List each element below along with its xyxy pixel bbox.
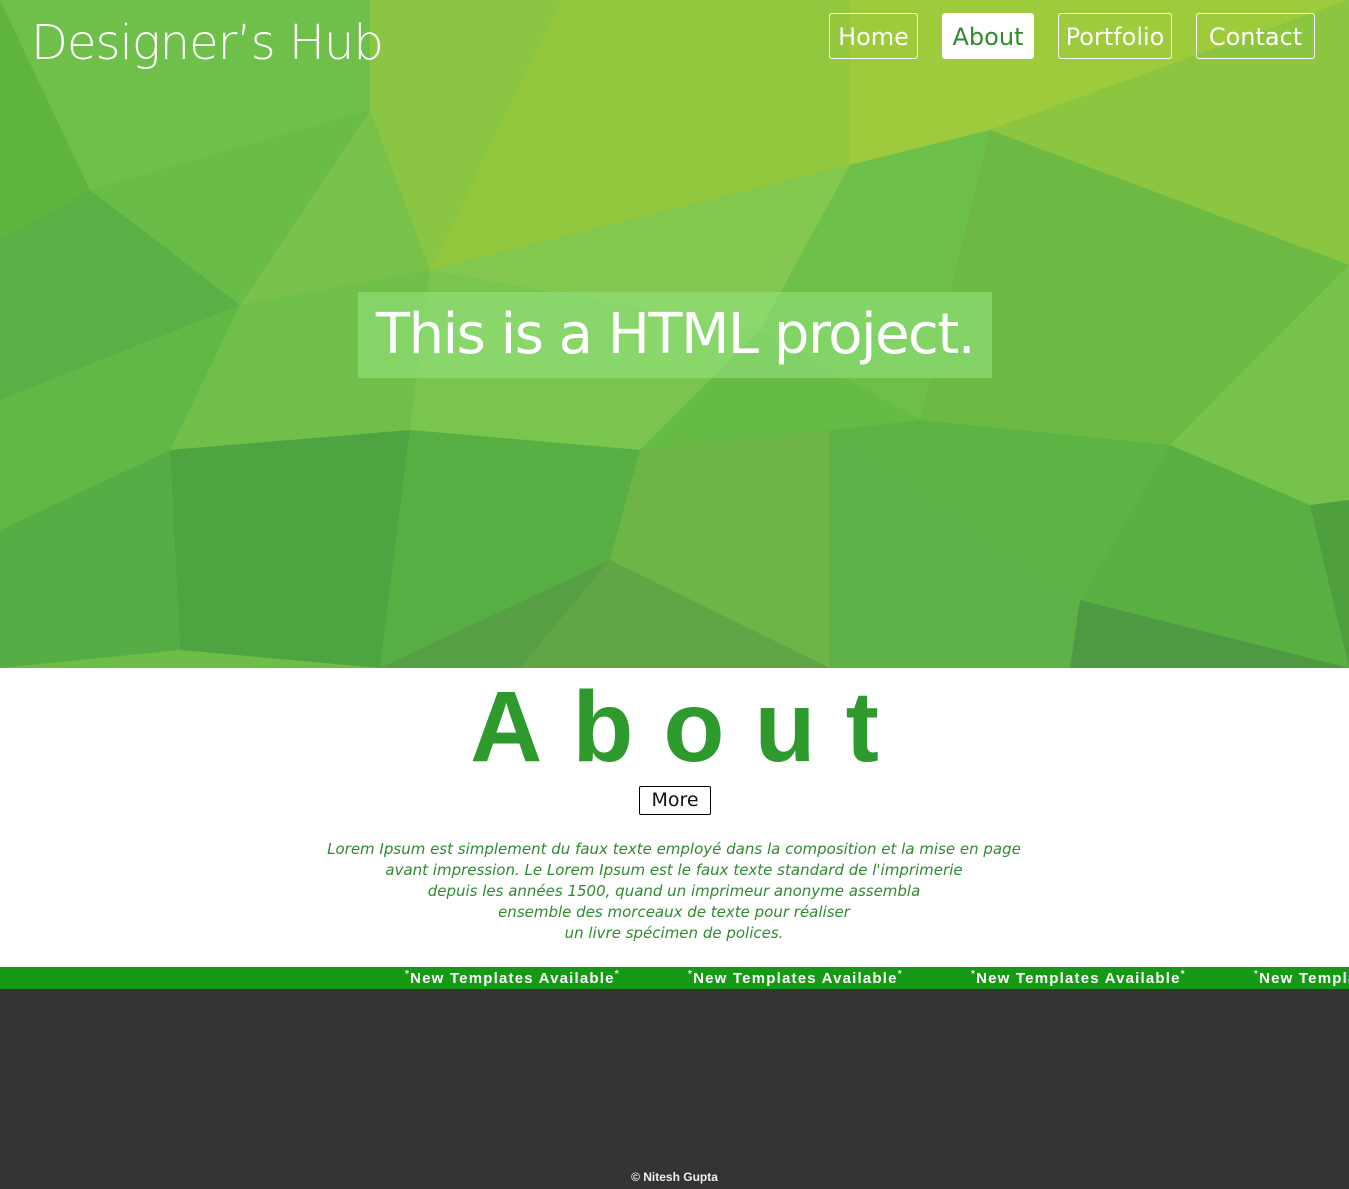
nav-home-button[interactable]: Home <box>829 13 918 59</box>
nav-about-button[interactable]: About <box>942 13 1034 59</box>
hero-section: Designer’s Hub Home About Portfolio Cont… <box>0 0 1349 668</box>
ticker-item: *New Templates Available* <box>971 969 1186 988</box>
ticker-item: *New Templates Available* <box>688 969 903 988</box>
nav-portfolio-button[interactable]: Portfolio <box>1058 13 1172 59</box>
footer: © Nitesh Gupta <box>0 989 1349 1189</box>
about-text-line: depuis les années 1500, quand un imprime… <box>427 882 921 900</box>
asterisk-icon: * <box>614 969 620 980</box>
asterisk-icon: * <box>1180 969 1186 980</box>
about-text-line: avant impression. Le Lorem Ipsum est le … <box>385 861 963 879</box>
more-button[interactable]: More <box>639 786 711 815</box>
nav-contact-button[interactable]: Contact <box>1196 13 1315 59</box>
about-text-line: Lorem Ipsum est simplement du faux texte… <box>327 840 1021 858</box>
about-description: Lorem Ipsum est simplement du faux texte… <box>224 839 1124 944</box>
ticker-item: *New Templates Available* <box>405 969 620 988</box>
about-text-line: ensemble des morceaux de texte pour réal… <box>498 903 850 921</box>
about-text-line: un livre spécimen de polices. <box>564 924 784 942</box>
hero-title: This is a HTML project. <box>375 302 976 367</box>
copyright-text: © Nitesh Gupta <box>631 1170 718 1184</box>
site-logo[interactable]: Designer’s Hub <box>31 12 384 74</box>
news-ticker: *New Templates Available* *New Templates… <box>0 967 1349 989</box>
about-heading: About <box>470 671 909 783</box>
asterisk-icon: * <box>897 969 903 980</box>
ticker-item: *New Templates Available* <box>1254 969 1349 988</box>
